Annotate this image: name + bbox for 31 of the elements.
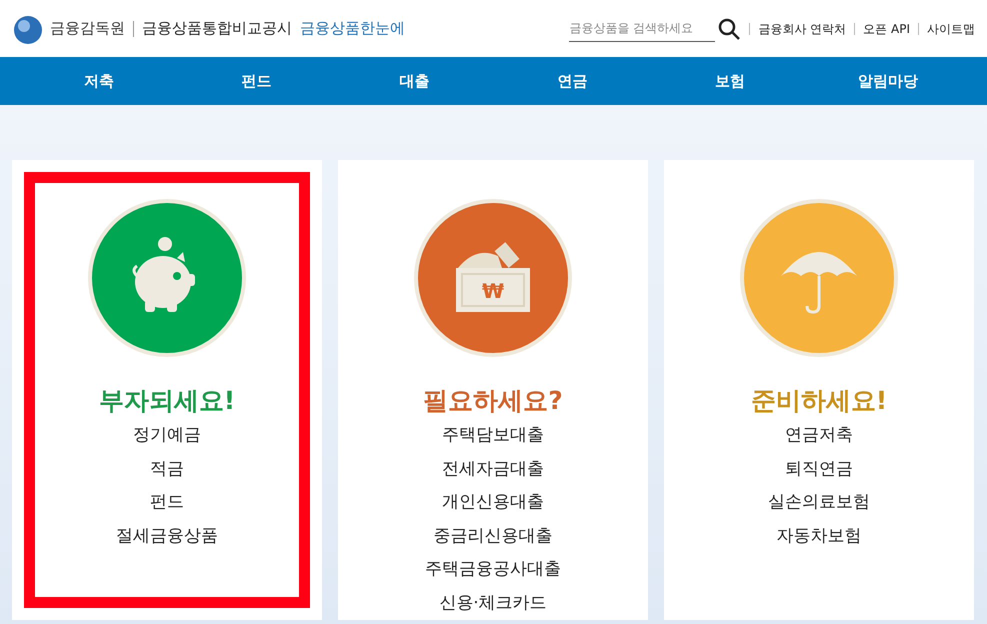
product-link[interactable]: 적금	[150, 452, 184, 486]
product-link[interactable]: 펀드	[150, 486, 184, 520]
header-link[interactable]: 금융회사 연락처	[758, 20, 846, 38]
header-link[interactable]: 사이트맵	[927, 20, 975, 38]
nav-item[interactable]: 펀드	[178, 70, 336, 92]
product-link[interactable]: 자동차보험	[776, 520, 862, 553]
service-name: 금융상품통합비교공시	[142, 18, 292, 40]
product-link[interactable]: 정기예금	[133, 419, 201, 452]
search-icon[interactable]	[717, 16, 742, 40]
product-link[interactable]: 주택담보대출	[442, 419, 544, 452]
product-link[interactable]: 전세자금대출	[442, 452, 544, 486]
nav-item[interactable]: 연금	[493, 70, 652, 92]
nav-item[interactable]: 저축	[20, 70, 178, 92]
product-link[interactable]: 중금리신용대출	[434, 520, 552, 553]
card-title: 준비하세요!	[750, 385, 888, 417]
product-link[interactable]: 실손의료보험	[768, 486, 870, 520]
nav-item[interactable]: 대출	[336, 70, 494, 92]
card-title: 필요하세요?	[423, 385, 563, 417]
header-link[interactable]: 오픈 API	[863, 20, 910, 38]
card-title: 부자되세요!	[98, 385, 236, 417]
product-link[interactable]: 개인신용대출	[442, 486, 544, 520]
brand-name: 금융상품한눈에	[300, 18, 405, 40]
product-link[interactable]: 퇴직연금	[785, 452, 853, 486]
product-link[interactable]: 연금저축	[785, 419, 853, 452]
product-link[interactable]: 주택금융공사대출	[425, 553, 561, 586]
product-link[interactable]: 절세금융상품	[116, 520, 218, 553]
product-link[interactable]: 신용·체크카드	[439, 586, 547, 620]
org-name: 금융감독원	[50, 18, 125, 40]
nav-item[interactable]: 보험	[651, 70, 810, 92]
nav-item[interactable]: 알림마당	[809, 70, 967, 92]
search-field[interactable]: 금융상품을 검색하세요	[569, 16, 716, 42]
